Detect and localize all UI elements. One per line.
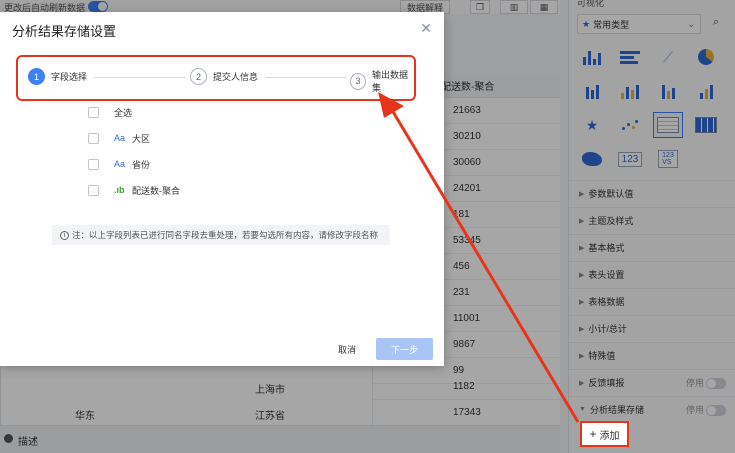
select-all-checkbox[interactable] (88, 106, 99, 118)
close-icon[interactable]: ✕ (420, 20, 432, 37)
dialog-header: 分析结果存储设置 ✕ (0, 12, 444, 46)
add-storage-button[interactable]: + 添加 (580, 421, 629, 447)
field-checkbox[interactable] (88, 158, 99, 170)
dimension-type-icon: Aa (114, 159, 126, 169)
step-submitter-info: 2 提交人信息 (190, 68, 258, 85)
info-icon: i (60, 230, 69, 240)
dialog-footer: 取消 下一步 (0, 332, 444, 366)
analysis-storage-dialog: 分析结果存储设置 ✕ 1 字段选择 2 提交人信息 3 输出数据集 全选 Aa … (0, 12, 444, 366)
dedupe-notice: i 注：以上字段列表已进行同名字段去重处理，若要勾选所有内容，请修改字段名称 (52, 225, 390, 245)
field-row-delivery-count[interactable]: .ıb 配送数-聚合 (88, 182, 288, 198)
field-checkbox[interactable] (88, 184, 99, 196)
plus-icon: + (589, 427, 597, 441)
dialog-title: 分析结果存储设置 (12, 24, 117, 39)
field-row-province[interactable]: Aa 省份 (88, 156, 288, 172)
field-checkbox[interactable] (88, 132, 99, 144)
field-row-select-all[interactable]: 全选 (88, 104, 288, 120)
step-indicator: 1 字段选择 2 提交人信息 3 输出数据集 (16, 55, 416, 101)
step-field-selection: 1 字段选择 (28, 68, 87, 85)
field-row-region[interactable]: Aa 大区 (88, 130, 288, 146)
measure-type-icon: .ıb (114, 185, 125, 195)
next-step-button[interactable]: 下一步 (376, 338, 433, 360)
dimension-type-icon: Aa (114, 133, 126, 143)
step-output-dataset: 3 输出数据集 (350, 68, 414, 94)
cancel-button[interactable]: 取消 (332, 338, 362, 360)
